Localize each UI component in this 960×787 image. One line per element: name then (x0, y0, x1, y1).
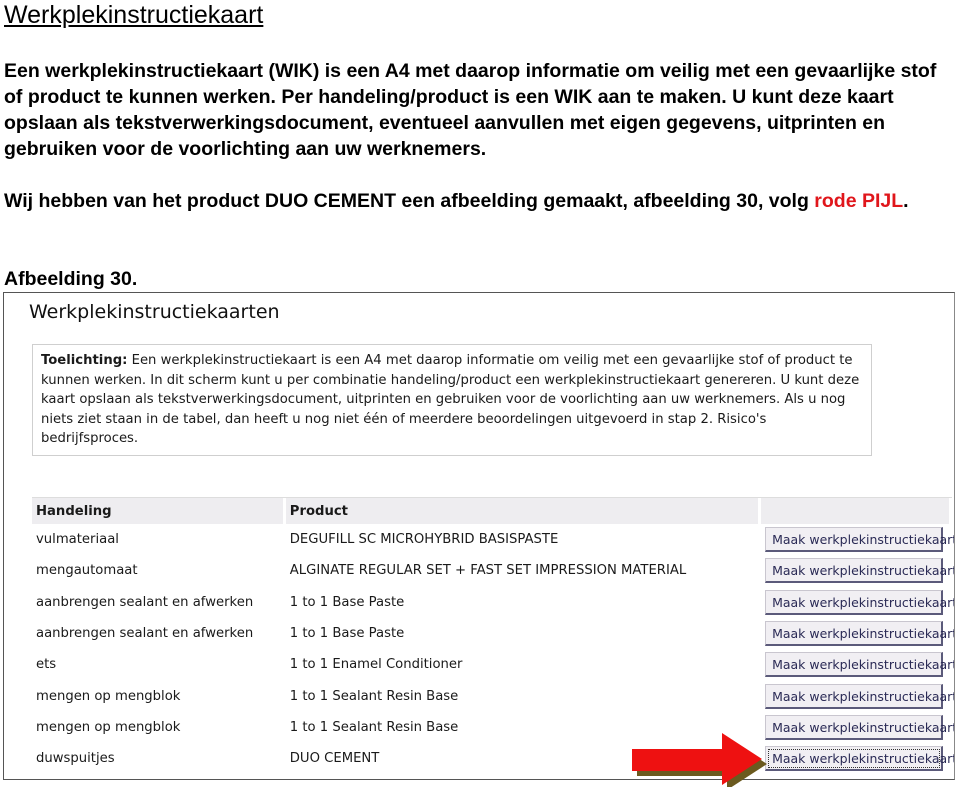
cell-product: 1 to 1 Sealant Resin Base (289, 688, 459, 704)
cell-action: Maak werkplekinstructiekaart (761, 712, 954, 743)
cell-product: DEGUFILL SC MICROHYBRID BASISPASTE (289, 532, 559, 548)
cell-action: Maak werkplekinstructiekaart (761, 555, 954, 586)
cell-action: Maak werkplekinstructiekaart (761, 524, 954, 555)
cell-action: Maak werkplekinstructiekaart (761, 743, 954, 774)
intro-paragraph: Een werkplekinstructiekaart (WIK) is een… (4, 60, 937, 160)
make-wik-button[interactable]: Maak werkplekinstructiekaart (765, 621, 954, 647)
table-row: mengen op mengblok 1 to 1 Sealant Resin B… (32, 680, 954, 711)
document-title: Werkplekinstructiekaart (4, 1, 264, 29)
table-row: aanbrengen sealant en afwerken 1 to 1 Bas… (32, 587, 954, 618)
cell-handeling: mengautomaat (36, 563, 138, 579)
make-wik-button[interactable]: Maak werkplekinstructiekaart (765, 652, 954, 678)
wik-table-wrapper: Handeling Product vulmateriaal DEGUFILL S… (32, 497, 954, 774)
make-wik-button[interactable]: Maak werkplekinstructiekaart (765, 589, 954, 615)
cell-product: 1 to 1 Base Paste (289, 594, 405, 610)
red-arrow-reference: rode PIJL (814, 190, 904, 212)
cell-handeling: aanbrengen sealant en afwerken (36, 594, 254, 610)
figure-caption: Afbeelding 30. (4, 268, 138, 290)
explanation-label: Toelichting: (41, 353, 128, 368)
cell-product: ALGINATE REGULAR SET + FAST SET IMPRESSI… (289, 563, 687, 579)
cell-handeling: ets (36, 657, 57, 673)
make-wik-button[interactable]: Maak werkplekinstructiekaart (765, 683, 954, 709)
table-row: ets 1 to 1 Enamel Conditioner Maak werkple… (32, 649, 954, 680)
screen-title: Werkplekinstructiekaarten (29, 301, 280, 323)
explanation-text: Een werkplekinstructiekaart is een A4 me… (41, 353, 860, 446)
cell-handeling: vulmateriaal (36, 532, 119, 548)
table-row: mengen op mengblok 1 to 1 Sealant Resin B… (32, 712, 954, 743)
cell-product: 1 to 1 Enamel Conditioner (289, 657, 463, 673)
table-row: aanbrengen sealant en afwerken 1 to 1 Bas… (32, 618, 954, 649)
cell-action: Maak werkplekinstructiekaart (761, 587, 954, 618)
cell-action: Maak werkplekinstructiekaart (761, 680, 954, 711)
table-row: mengautomaat ALGINATE REGULAR SET + FAST … (32, 555, 954, 586)
make-wik-button[interactable]: Maak werkplekinstructiekaart (765, 558, 954, 584)
make-wik-button[interactable]: Maak werkplekinstructiekaart (765, 714, 954, 740)
instruction-text: Wij hebben van het product DUO CEMENT ee… (4, 190, 815, 212)
instruction-end: . (903, 190, 909, 212)
column-header-action (761, 498, 952, 524)
instruction-paragraph: Wij hebben van het product DUO CEMENT ee… (4, 188, 960, 214)
embedded-screenshot: Werkplekinstructiekaarten Toelichting: E… (3, 292, 955, 780)
cell-handeling: aanbrengen sealant en afwerken (36, 626, 254, 642)
table-row: duwspuitjes DUO CEMENT Maak werkplekinstru… (32, 743, 954, 774)
explanation-box: Toelichting: Een werkplekinstructiekaart… (32, 344, 872, 456)
table-row: vulmateriaal DEGUFILL SC MICROHYBRID BASI… (32, 524, 954, 555)
cell-handeling: mengen op mengblok (36, 719, 181, 735)
table-header-row: Handeling Product (32, 498, 952, 524)
cell-product: 1 to 1 Base Paste (289, 626, 405, 642)
red-arrow-icon (632, 733, 767, 787)
column-header-handeling: Handeling (32, 498, 286, 524)
make-wik-button[interactable]: Maak werkplekinstructiekaart (765, 746, 954, 772)
cell-handeling: duwspuitjes (36, 751, 115, 767)
cell-action: Maak werkplekinstructiekaart (761, 618, 954, 649)
wik-table: Handeling Product vulmateriaal DEGUFILL S… (32, 498, 954, 774)
make-wik-button[interactable]: Maak werkplekinstructiekaart (765, 527, 954, 553)
column-header-product: Product (285, 498, 762, 524)
cell-handeling: mengen op mengblok (36, 688, 181, 704)
cell-action: Maak werkplekinstructiekaart (761, 649, 954, 680)
